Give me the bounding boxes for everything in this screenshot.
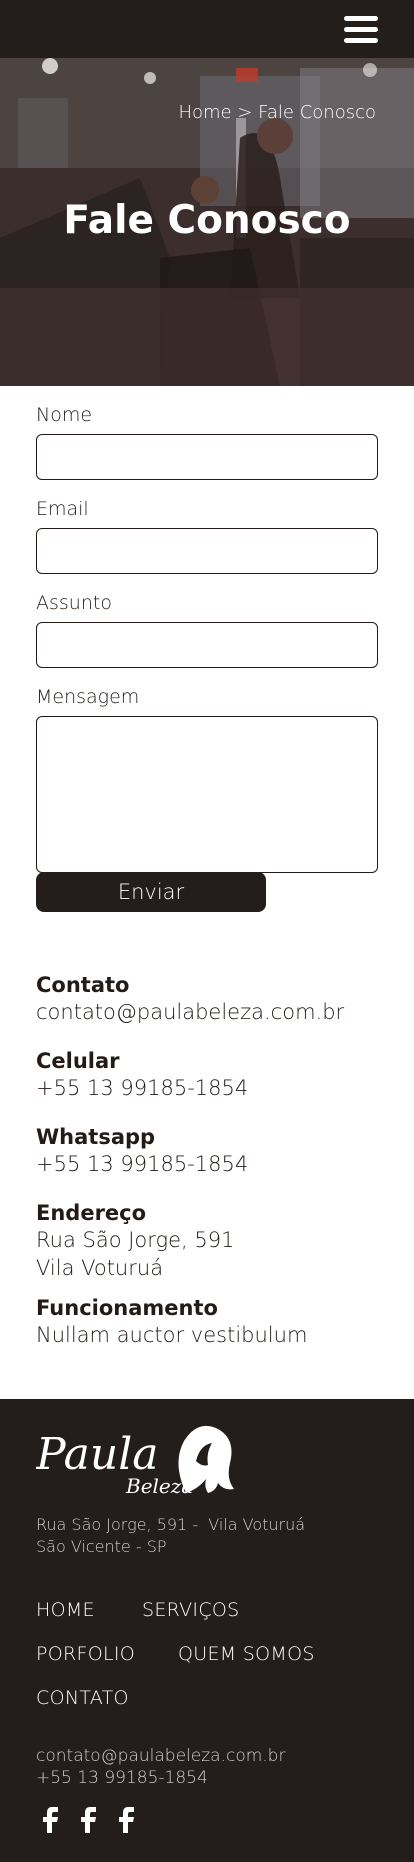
contact-email-heading: Contato bbox=[36, 973, 130, 997]
facebook-icon[interactable] bbox=[38, 1807, 60, 1833]
footer-nav-portfolio[interactable]: PORFOLIO bbox=[36, 1643, 135, 1665]
breadcrumb-current: Fale Conosco bbox=[258, 102, 376, 123]
address-heading: Endereço bbox=[36, 1201, 147, 1225]
footer-email[interactable]: contato@paulabeleza.com.br bbox=[36, 1745, 285, 1767]
footer-address-line-1: Rua São Jorge, 591 - Vila Voturuá bbox=[36, 1515, 306, 1534]
footer-address: Rua São Jorge, 591 - Vila Voturuá São Vi… bbox=[36, 1514, 305, 1558]
mobile-value[interactable]: +55 13 99185-1854 bbox=[36, 1074, 386, 1102]
hours-value: Nullam auctor vestibulum bbox=[36, 1323, 308, 1347]
facebook-icon[interactable] bbox=[114, 1807, 136, 1833]
mobile-block: Celular +55 13 99185-1854 bbox=[36, 1048, 386, 1102]
logo-wordmark: Paula bbox=[36, 1429, 159, 1480]
email-input[interactable] bbox=[36, 528, 378, 574]
email-label: Email bbox=[36, 498, 89, 520]
address-line-2: Vila Voturuá bbox=[36, 1256, 164, 1280]
breadcrumb: Home > Fale Conosco bbox=[178, 102, 376, 123]
subject-input[interactable] bbox=[36, 622, 378, 668]
top-bar bbox=[0, 0, 414, 58]
hero-banner: Home > Fale Conosco Fale Conosco bbox=[0, 58, 414, 386]
name-label: Nome bbox=[36, 404, 93, 426]
page-title: Fale Conosco bbox=[63, 198, 351, 243]
whatsapp-value[interactable]: +55 13 99185-1854 bbox=[36, 1150, 386, 1178]
paula-beleza-logo[interactable]: Paula Beleza bbox=[36, 1421, 241, 1503]
hamburger-menu-icon[interactable] bbox=[344, 16, 378, 44]
address-block: Endereço Rua São Jorge, 591 Vila Voturuá bbox=[36, 1200, 386, 1282]
footer-nav-contact[interactable]: CONTATO bbox=[36, 1687, 129, 1709]
breadcrumb-separator: > bbox=[237, 102, 253, 123]
footer-nav-home[interactable]: HOME bbox=[36, 1599, 95, 1621]
hours-heading: Funcionamento bbox=[36, 1296, 218, 1320]
subject-label: Assunto bbox=[36, 592, 112, 614]
hours-block: Funcionamento Nullam auctor vestibulum bbox=[36, 1295, 386, 1349]
footer-address-line-2: São Vicente - SP bbox=[36, 1537, 167, 1556]
contact-form: Nome Email Assunto Mensagem bbox=[36, 402, 378, 873]
footer-nav-services[interactable]: SERVIÇOS bbox=[142, 1599, 240, 1621]
breadcrumb-home-link[interactable]: Home bbox=[178, 102, 231, 123]
message-textarea[interactable] bbox=[36, 716, 378, 873]
mobile-heading: Celular bbox=[36, 1049, 120, 1073]
whatsapp-block: Whatsapp +55 13 99185-1854 bbox=[36, 1124, 386, 1178]
contact-email-block: Contato contato@paulabeleza.com.br bbox=[36, 972, 386, 1026]
footer-nav-about[interactable]: QUEM SOMOS bbox=[178, 1643, 315, 1665]
contact-email-value[interactable]: contato@paulabeleza.com.br bbox=[36, 998, 386, 1026]
footer: Paula Beleza Rua São Jorge, 591 - Vila V… bbox=[0, 1399, 414, 1862]
footer-phone[interactable]: +55 13 99185-1854 bbox=[36, 1767, 285, 1789]
footer-contact: contato@paulabeleza.com.br +55 13 99185-… bbox=[36, 1745, 285, 1789]
whatsapp-heading: Whatsapp bbox=[36, 1125, 156, 1149]
facebook-icon[interactable] bbox=[76, 1807, 98, 1833]
submit-button[interactable]: Enviar bbox=[36, 872, 266, 912]
name-input[interactable] bbox=[36, 434, 378, 480]
message-label: Mensagem bbox=[36, 686, 140, 708]
address-line-1: Rua São Jorge, 591 bbox=[36, 1228, 235, 1252]
